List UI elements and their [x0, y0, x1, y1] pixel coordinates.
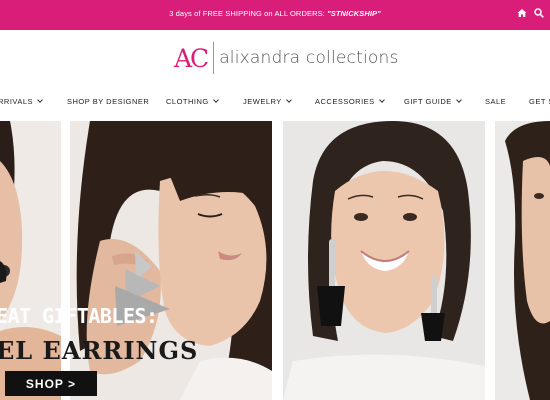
promo-bar: 3 days of FREE SHIPPING on ALL ORDERS: "… [0, 0, 550, 30]
chevron-down-icon [378, 97, 385, 103]
home-icon[interactable] [517, 8, 527, 18]
nav-label: SALE [485, 97, 507, 106]
hero-headline-2: EL EARRINGS [0, 336, 199, 365]
promo-text: 3 days of FREE SHIPPING on ALL ORDERS: [169, 9, 328, 18]
chevron-down-icon [285, 97, 292, 103]
main-nav: RRIVALS SHOP BY DESIGNER CLOTHING JEWELR… [0, 97, 550, 111]
shop-button[interactable]: SHOP > [5, 371, 97, 396]
nav-item-accessories[interactable]: ACCESSORIES [315, 97, 385, 106]
nav-label: SHOP BY DESIGNER [67, 97, 150, 106]
nav-item-shop-by-designer[interactable]: SHOP BY DESIGNER [67, 97, 149, 106]
nav-item-get-social[interactable]: GET S [529, 97, 550, 106]
nav-item-sale[interactable]: SALE [485, 97, 506, 106]
nav-label: GIFT GUIDE [404, 97, 452, 106]
promo-message: 3 days of FREE SHIPPING on ALL ORDERS: "… [0, 9, 550, 18]
nav-label: GET S [529, 97, 550, 106]
logo-wordmark: alixandra collections [219, 48, 399, 68]
nav-item-jewelry[interactable]: JEWELRY [243, 97, 292, 106]
nav-label: JEWELRY [243, 97, 282, 106]
nav-item-gift-guide[interactable]: GIFT GUIDE [404, 97, 462, 106]
nav-item-new-arrivals[interactable]: RRIVALS [0, 97, 43, 106]
search-icon[interactable] [534, 8, 544, 18]
nav-label: CLOTHING [166, 97, 209, 106]
chevron-down-icon [212, 97, 219, 103]
hero-banner[interactable]: EAT GIFTABLES: EL EARRINGS SHOP > [0, 121, 550, 400]
nav-label: ACCESSORIES [315, 97, 375, 106]
site-logo[interactable]: AC alixandra collections [174, 40, 399, 76]
logo-divider [213, 42, 215, 74]
logo-monogram: AC [174, 43, 209, 73]
chevron-down-icon [455, 97, 462, 103]
promo-code: "STNICKSHIP" [327, 9, 381, 18]
nav-item-clothing[interactable]: CLOTHING [166, 97, 219, 106]
nav-label: RRIVALS [0, 97, 34, 106]
hero-headline-1: EAT GIFTABLES: [0, 304, 158, 328]
model-photo-3 [283, 121, 485, 400]
model-photo-4 [495, 121, 550, 400]
chevron-down-icon [37, 97, 43, 103]
